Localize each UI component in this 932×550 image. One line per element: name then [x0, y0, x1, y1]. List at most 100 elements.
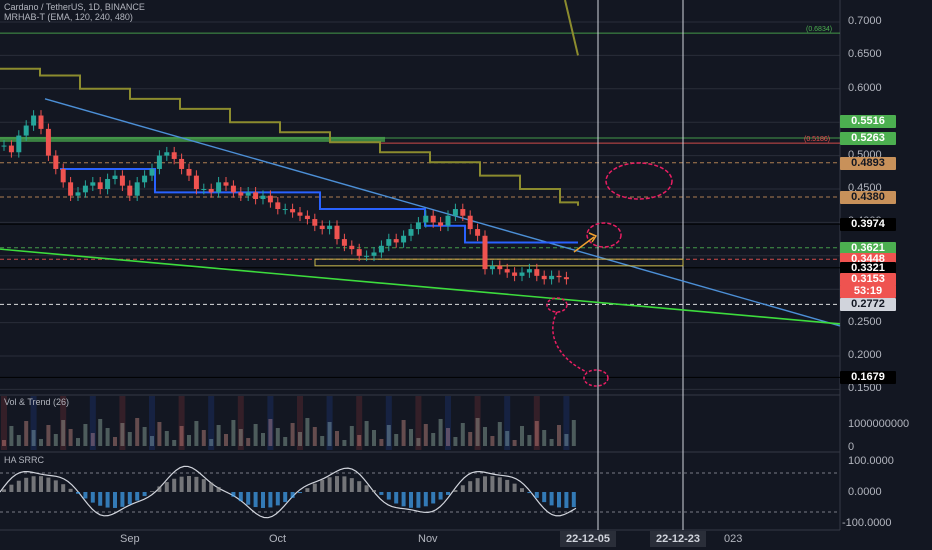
candle-body — [267, 195, 273, 203]
candle-body — [127, 185, 133, 196]
candle-body — [356, 249, 362, 256]
ha-hist-bar — [76, 492, 80, 494]
vol-axis-top: 1000000000 — [848, 418, 910, 430]
ha-hist-bar — [446, 492, 450, 495]
volume-bar — [290, 423, 295, 446]
candle-body — [105, 178, 111, 189]
vol-shade — [326, 396, 333, 450]
ha-hist-bar — [416, 492, 421, 508]
candle-body — [238, 192, 244, 196]
candle-body — [386, 239, 392, 246]
vol-shade — [297, 396, 303, 450]
ha-legend[interactable]: HA SRRC — [4, 455, 44, 465]
candle-body — [519, 272, 525, 276]
candle-body — [23, 125, 29, 136]
ha-hist-bar — [24, 477, 29, 492]
ha-hist-bar — [68, 488, 73, 492]
candle-body — [134, 182, 140, 196]
ha-hist-bar — [135, 492, 140, 501]
ha-hist-bar — [460, 485, 465, 492]
volume-bar — [283, 437, 288, 446]
ha-hist-bar — [512, 483, 517, 492]
candle-body — [16, 135, 22, 153]
volume-bar — [46, 425, 51, 446]
ha-axis-bottom: -100.0000 — [842, 517, 892, 529]
ha-hist-bar — [394, 492, 399, 504]
volume-bar — [571, 420, 576, 446]
volume-bar — [335, 431, 339, 446]
candle-body — [475, 229, 481, 236]
candle-body — [563, 277, 569, 280]
month-oct: Oct — [269, 533, 287, 545]
level-label-6834: (0.6834) — [806, 26, 833, 33]
vol-shade — [356, 396, 363, 450]
volume-bar — [98, 419, 103, 446]
ha-hist-bar — [16, 480, 21, 492]
countdown-badge: 53:19 — [840, 285, 896, 298]
ha-hist-bar — [520, 488, 524, 492]
candle-body — [549, 275, 555, 280]
candle-body — [260, 195, 266, 200]
volume-bar — [194, 421, 199, 446]
volume-bar — [216, 425, 221, 446]
ha-hist-bar — [127, 492, 132, 505]
candle-body — [45, 128, 51, 156]
candle-body — [452, 209, 458, 216]
candle-body — [371, 252, 377, 256]
ha-hist-bar — [150, 491, 154, 492]
volume-bar — [164, 431, 169, 446]
ha-hist-bar — [468, 481, 473, 492]
volume-bar — [135, 418, 140, 446]
vol-shade — [563, 396, 570, 450]
ha-hist-bar — [90, 492, 95, 503]
ha-hist-bar — [401, 492, 406, 507]
candle-body — [504, 269, 510, 273]
indicator-legend[interactable]: MRHAB-T (EMA, 120, 240, 480) — [4, 12, 133, 22]
candle-body — [97, 182, 103, 189]
level-label-5186: (0.5186) — [804, 136, 831, 143]
volume-bar — [520, 426, 524, 446]
ha-hist-bar — [505, 479, 510, 492]
volume-bar — [527, 435, 532, 446]
volume-bar — [320, 436, 325, 446]
candle-body — [208, 189, 214, 193]
vol-shade — [474, 396, 481, 450]
ha-hist-bar — [335, 476, 339, 492]
candle-body — [275, 202, 281, 210]
volume-bar — [113, 437, 117, 446]
ha-hist-bar — [379, 492, 384, 495]
ha-hist-bar — [83, 492, 88, 499]
ha-hist-bar — [105, 492, 110, 508]
volume-bar — [490, 436, 495, 446]
candle-body — [304, 215, 310, 220]
candle-body — [60, 168, 66, 183]
ha-hist-bar — [61, 484, 66, 492]
candle-body — [312, 219, 318, 226]
candle-body — [378, 245, 384, 253]
candle-body — [526, 269, 532, 273]
candle-body — [149, 168, 155, 176]
ha-hist-bar — [53, 480, 58, 492]
price-badge-l1679: 0.1679 — [840, 371, 896, 385]
ha-hist-bar — [431, 492, 436, 504]
ha-hist-bar — [342, 476, 347, 492]
volume-bar — [68, 429, 73, 446]
volume-bar — [483, 427, 487, 446]
candle-body — [401, 235, 407, 243]
vol-legend[interactable]: Vol & Trend (26) — [4, 397, 69, 407]
candle-body — [245, 192, 251, 196]
ha-hist-bar — [209, 482, 214, 492]
main-title-legend[interactable]: Cardano / TetherUS, 1D, BINANCE — [4, 2, 145, 12]
ha-hist-bar — [201, 479, 206, 492]
chart-canvas[interactable] — [0, 0, 932, 550]
ha-hist-bar — [490, 476, 495, 492]
month-sep: Sep — [120, 533, 140, 545]
volume-bar — [460, 423, 465, 446]
ha-hist-bar — [327, 477, 332, 492]
ha-hist-bar — [2, 489, 6, 492]
volume-bar — [468, 432, 473, 446]
candle-body — [556, 275, 562, 278]
price-grid — [0, 0, 841, 531]
vol-shade — [415, 396, 422, 450]
ha-hist-bar — [238, 492, 243, 502]
